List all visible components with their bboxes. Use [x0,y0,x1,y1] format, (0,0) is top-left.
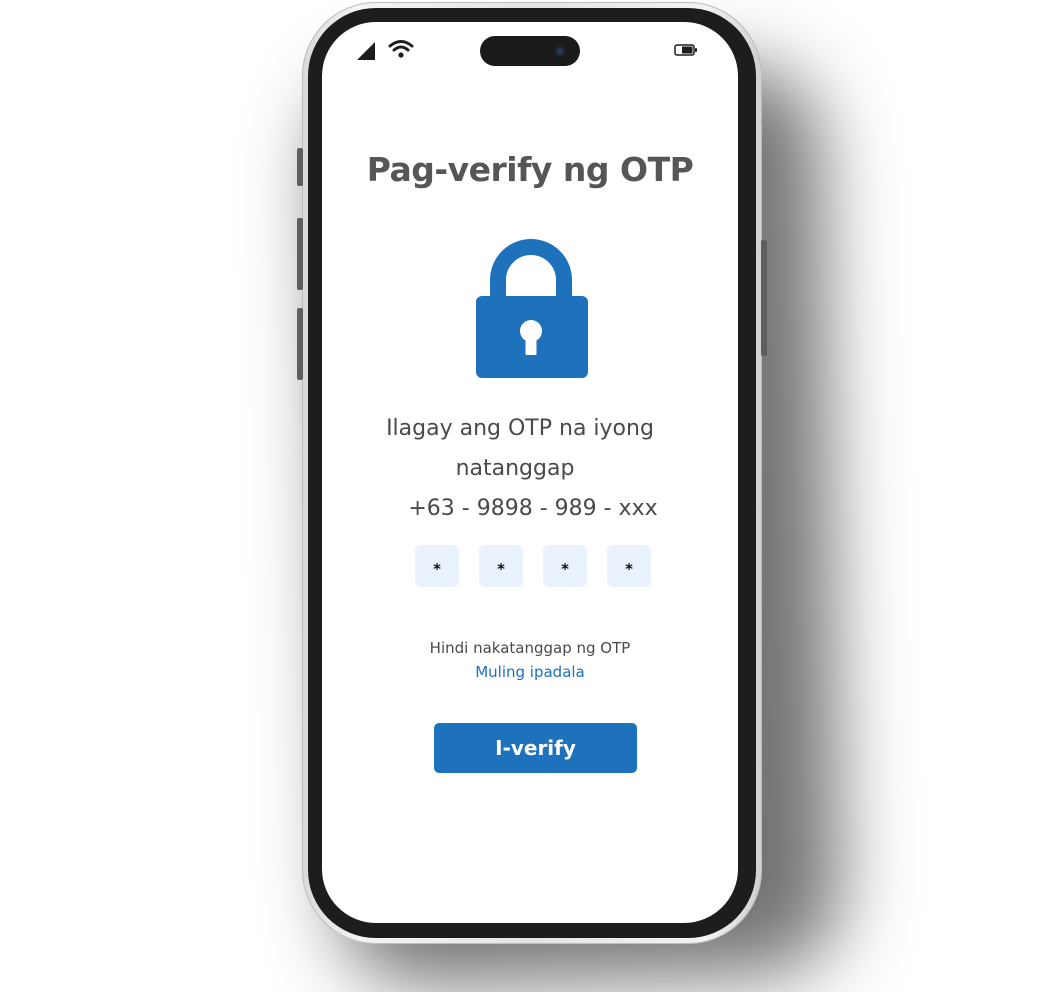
otp-digit-1[interactable]: * [415,545,459,587]
battery-icon [674,44,697,56]
otp-input-group: * * * * [415,545,655,587]
stage: Pag-verify ng OTP Ilagay ang OTP na iyon… [0,0,1064,992]
phone-number: +63 - 9898 - 989 - xxx [408,496,658,521]
volume-down-button [297,308,303,380]
action-button [297,148,303,186]
lock-icon [476,239,588,378]
verify-button[interactable]: I-verify [434,723,637,773]
signal-icon [357,42,375,60]
wifi-icon [388,40,414,58]
volume-up-button [297,218,303,290]
instruction-line-2: natanggap [455,456,575,481]
front-camera [554,45,566,57]
instruction-line-1: Ilagay ang OTP na iyong [386,416,654,441]
page-title: Pag-verify ng OTP [366,150,694,189]
not-received-text: Hindi nakatanggap ng OTP [429,639,631,657]
phone-screen: Pag-verify ng OTP Ilagay ang OTP na iyon… [322,22,738,923]
otp-digit-2[interactable]: * [479,545,523,587]
dynamic-island [480,36,580,66]
otp-digit-4[interactable]: * [607,545,651,587]
power-button [761,240,767,356]
resend-link[interactable]: Muling ipadala [322,663,738,681]
otp-digit-3[interactable]: * [543,545,587,587]
